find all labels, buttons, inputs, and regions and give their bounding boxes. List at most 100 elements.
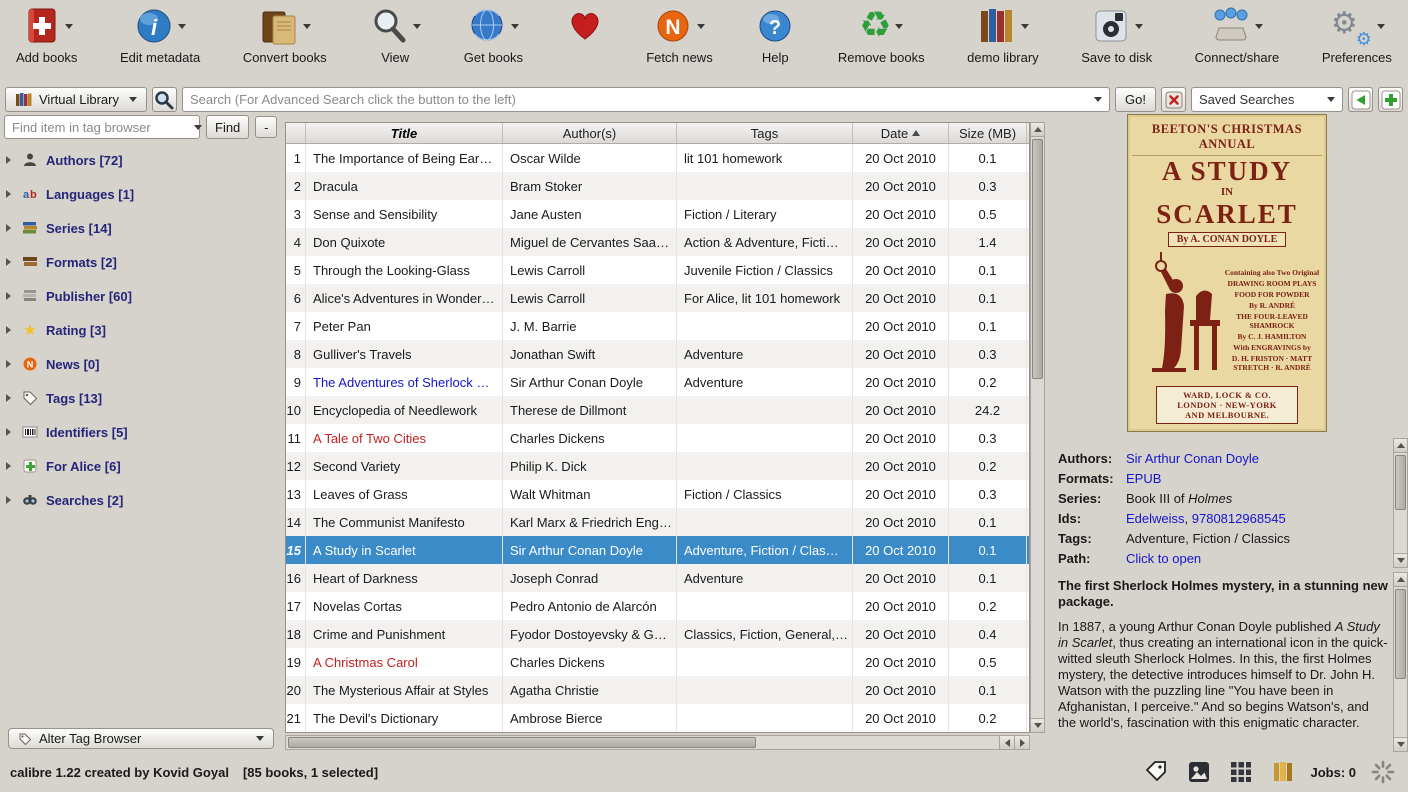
tag-find-input[interactable] (12, 120, 188, 135)
advanced-search-button[interactable] (152, 87, 177, 112)
expander-icon[interactable] (6, 394, 11, 402)
book-row[interactable]: 13 Leaves of Grass Walt Whitman Fiction … (286, 480, 1029, 508)
scrollbar-track[interactable] (286, 736, 999, 749)
author-link[interactable]: Sir Arthur Conan Doyle (1126, 451, 1259, 466)
column-header-size[interactable]: Size (MB) (949, 123, 1027, 143)
dropdown-caret-icon[interactable] (413, 24, 421, 29)
expander-icon[interactable] (6, 156, 11, 164)
dropdown-caret-icon[interactable] (511, 24, 519, 29)
scrollbar-thumb[interactable] (288, 737, 756, 748)
sidebar-item-series[interactable]: Series [14] (6, 211, 134, 245)
book-row[interactable]: 15 A Study in Scarlet Sir Arthur Conan D… (286, 536, 1029, 564)
sidebar-item-rating[interactable]: ★ Rating [3] (6, 313, 134, 347)
scroll-down-arrow[interactable] (1394, 737, 1407, 751)
scroll-up-arrow[interactable] (1394, 439, 1407, 453)
expander-icon[interactable] (6, 326, 11, 334)
book-row[interactable]: 7 Peter Pan J. M. Barrie 20 Oct 2010 0.1 (286, 312, 1029, 340)
book-row[interactable]: 11 A Tale of Two Cities Charles Dickens … (286, 424, 1029, 452)
id-link-isbn[interactable]: 9780812968545 (1192, 511, 1286, 526)
scrollbar-track[interactable] (1031, 137, 1044, 718)
toolbar-remove-books[interactable]: ♻ Remove books (838, 3, 925, 65)
path-link[interactable]: Click to open (1126, 551, 1201, 566)
book-row[interactable]: 1 The Importance of Being Ear… Oscar Wil… (286, 144, 1029, 172)
sidebar-item-languages[interactable]: ab Languages [1] (6, 177, 134, 211)
details-scrollbar[interactable] (1393, 438, 1408, 568)
book-row[interactable]: 4 Don Quixote Miguel de Cervantes Saa… A… (286, 228, 1029, 256)
expander-icon[interactable] (6, 292, 11, 300)
book-row[interactable]: 21 The Devil's Dictionary Ambrose Bierce… (286, 704, 1029, 732)
toolbar-choose-library[interactable]: demo library (967, 3, 1039, 65)
go-button[interactable]: Go! (1115, 87, 1156, 112)
tag-find-combo[interactable] (4, 115, 200, 139)
scroll-down-arrow[interactable] (1031, 718, 1044, 732)
expander-icon[interactable] (6, 190, 11, 198)
toolbar-edit-metadata[interactable]: i Edit metadata (120, 3, 200, 65)
sidebar-item-searches[interactable]: Searches [2] (6, 483, 134, 517)
scrollbar-track[interactable] (1394, 587, 1407, 737)
toolbar-view[interactable]: View (369, 3, 421, 65)
saved-searches-combo[interactable]: Saved Searches (1191, 87, 1343, 112)
dropdown-caret-icon[interactable] (697, 24, 705, 29)
book-row[interactable]: 18 Crime and Punishment Fyodor Dostoyevs… (286, 620, 1029, 648)
virtual-library-button[interactable]: Virtual Library (5, 87, 147, 112)
tag-collapse-button[interactable]: - (255, 116, 277, 138)
expander-icon[interactable] (6, 360, 11, 368)
sidebar-item-formats[interactable]: Formats [2] (6, 245, 134, 279)
add-saved-search-button[interactable] (1378, 87, 1403, 112)
scroll-down-arrow[interactable] (1394, 553, 1407, 567)
expander-icon[interactable] (6, 224, 11, 232)
book-row[interactable]: 19 A Christmas Carol Charles Dickens 20 … (286, 648, 1029, 676)
expander-icon[interactable] (6, 428, 11, 436)
toggle-cover-grid-button[interactable] (1226, 757, 1256, 787)
book-row[interactable]: 17 Novelas Cortas Pedro Antonio de Alarc… (286, 592, 1029, 620)
expander-icon[interactable] (6, 462, 11, 470)
column-header-date[interactable]: Date (853, 123, 949, 143)
toolbar-fetch-news[interactable]: N Fetch news (646, 3, 712, 65)
column-header-tags[interactable]: Tags (677, 123, 853, 143)
book-row[interactable]: 6 Alice's Adventures in Wonder… Lewis Ca… (286, 284, 1029, 312)
column-header-title[interactable]: Title (306, 123, 503, 143)
book-cover[interactable]: BEETON'S CHRISTMAS ANNUAL A STUDY IN SCA… (1127, 114, 1327, 432)
book-row[interactable]: 16 Heart of Darkness Joseph Conrad Adven… (286, 564, 1029, 592)
book-row[interactable]: 5 Through the Looking-Glass Lewis Carrol… (286, 256, 1029, 284)
book-row[interactable]: 20 The Mysterious Affair at Styles Agath… (286, 676, 1029, 704)
book-list-hscrollbar[interactable] (285, 735, 1030, 750)
sidebar-item-identifiers[interactable]: Identifiers [5] (6, 415, 134, 449)
dropdown-caret-icon[interactable] (178, 24, 186, 29)
dropdown-caret-icon[interactable] (1135, 24, 1143, 29)
comments-scrollbar[interactable] (1393, 572, 1408, 752)
column-header-authors[interactable]: Author(s) (503, 123, 677, 143)
sidebar-item-tags[interactable]: Tags [13] (6, 381, 134, 415)
scroll-up-arrow[interactable] (1394, 573, 1407, 587)
scroll-up-arrow[interactable] (1031, 123, 1044, 137)
scrollbar-track[interactable] (1394, 453, 1407, 553)
book-row[interactable]: 12 Second Variety Philip K. Dick 20 Oct … (286, 452, 1029, 480)
toolbar-help[interactable]: ? Help (755, 3, 795, 65)
book-row[interactable]: 3 Sense and Sensibility Jane Austen Fict… (286, 200, 1029, 228)
toolbar-get-books[interactable]: Get books (464, 3, 523, 65)
expander-icon[interactable] (6, 258, 11, 266)
toolbar-preferences[interactable]: ⚙⚙ Preferences (1322, 3, 1392, 65)
book-list-scrollbar[interactable] (1030, 122, 1045, 733)
tag-find-button[interactable]: Find (206, 115, 249, 139)
scrollbar-thumb[interactable] (1395, 455, 1406, 510)
toolbar-save-to-disk[interactable]: Save to disk (1081, 3, 1152, 65)
sidebar-item-publisher[interactable]: Publisher [60] (6, 279, 134, 313)
dropdown-caret-icon[interactable] (1377, 24, 1385, 29)
toolbar-donate[interactable] (566, 3, 604, 50)
toolbar-convert-books[interactable]: Convert books (243, 3, 327, 65)
alter-tag-browser-button[interactable]: Alter Tag Browser (8, 728, 274, 749)
column-header-index[interactable] (286, 123, 306, 143)
jobs-spinner-button[interactable] (1368, 757, 1398, 787)
sidebar-item-for-alice[interactable]: For Alice [6] (6, 449, 134, 483)
scrollbar-thumb[interactable] (1395, 589, 1406, 679)
book-row[interactable]: 8 Gulliver's Travels Jonathan Swift Adve… (286, 340, 1029, 368)
dropdown-caret-icon[interactable] (1255, 24, 1263, 29)
format-link[interactable]: EPUB (1126, 471, 1161, 486)
copy-search-to-saved-button[interactable] (1348, 87, 1373, 112)
jobs-label[interactable]: Jobs: 0 (1310, 765, 1356, 780)
sidebar-item-news[interactable]: N News [0] (6, 347, 134, 381)
book-row[interactable]: 9 The Adventures of Sherlock … Sir Arthu… (286, 368, 1029, 396)
book-row[interactable]: 10 Encyclopedia of Needlework Therese de… (286, 396, 1029, 424)
toggle-book-details-button[interactable] (1268, 757, 1298, 787)
